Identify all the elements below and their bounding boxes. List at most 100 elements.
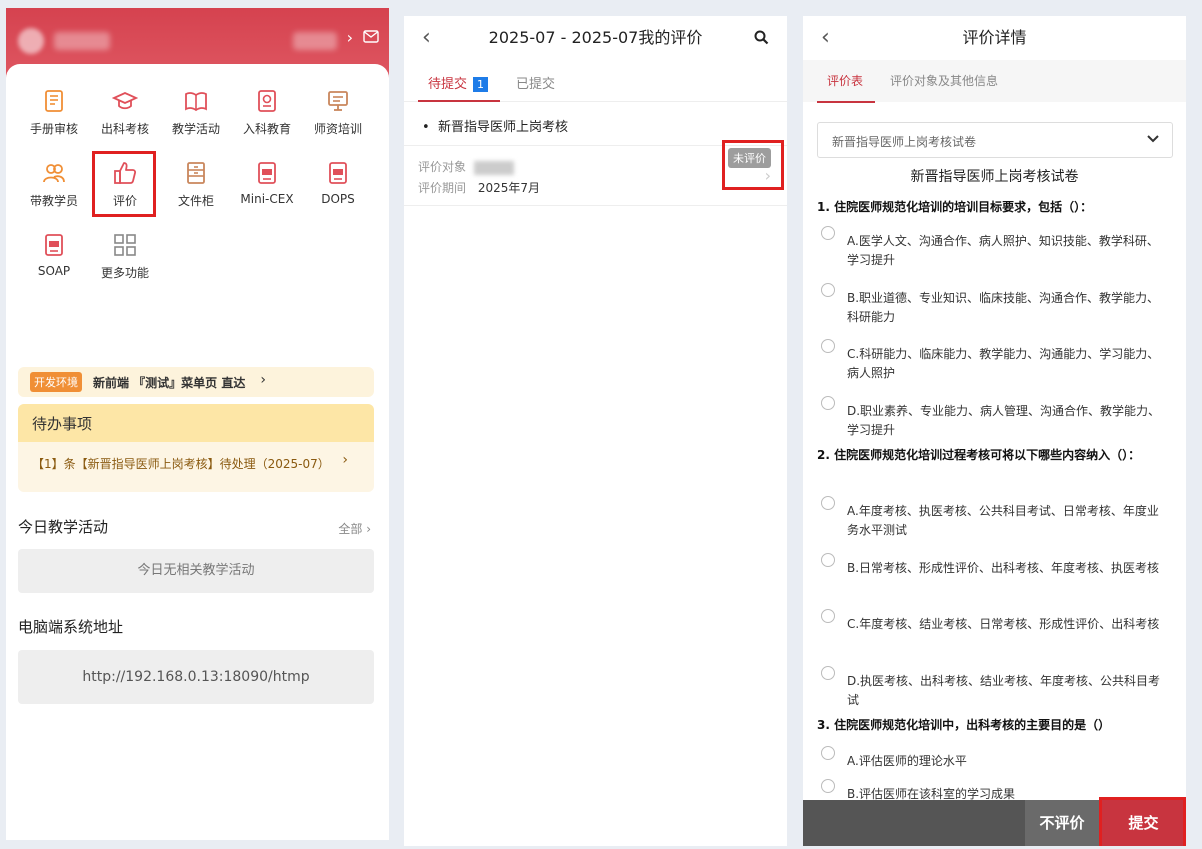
radio-button[interactable]	[821, 226, 835, 240]
grid-item-label: 手册审核	[29, 122, 78, 136]
chevron-right-icon: ›	[260, 372, 266, 388]
answer-option[interactable]: A.医学人文、沟通合作、病人照护、知识技能、教学科研、学习提升	[821, 226, 1161, 270]
paper-select-value: 新晋指导医师上岗考核试卷	[832, 135, 977, 149]
home-panel: › 手册审核 出科考核 教学活动 入科教育 师资培训 带教学员 评价 文件柜 M…	[6, 8, 389, 840]
dev-env-text: 新前端 『测试』菜单页 直达	[93, 376, 246, 390]
answer-option[interactable]: B.日常考核、形成性评价、出科考核、年度考核、执医考核	[821, 553, 1161, 578]
page-title: 评价详情	[962, 28, 1027, 47]
question-title: 3. 住院医师规范化培训中，出科考核的主要目的是（）	[817, 718, 1111, 732]
record-target-row: 评价对象	[418, 158, 515, 175]
handbook-icon	[45, 90, 63, 112]
back-icon[interactable]: ‹	[422, 16, 431, 60]
grid-item-more[interactable]: 更多功能	[89, 232, 161, 281]
option-text: A.医学人文、沟通合作、病人照护、知识技能、教学科研、学习提升	[847, 234, 1159, 267]
radio-button[interactable]	[821, 609, 835, 623]
grid-item-label: 入科教育	[242, 122, 291, 136]
paper-title: 新晋指导医师上岗考核试卷	[910, 169, 1079, 185]
users-icon	[43, 164, 65, 183]
footer-bar: 不评价 提交	[803, 797, 1186, 846]
target-label: 评价对象	[418, 160, 467, 174]
radio-button[interactable]	[821, 339, 835, 353]
detail-tabs: 评价表 评价对象及其他信息	[803, 60, 1186, 103]
grid-item-file-cabinet[interactable]: 文件柜	[160, 160, 232, 209]
grid-item-label: DOPS	[321, 192, 355, 206]
grid-item-handbook[interactable]: 手册审核	[18, 88, 90, 137]
tab-submitted[interactable]: 已提交	[516, 73, 555, 92]
todo-card: 待办事项 【1】条【新晋指导医师上岗考核】待处理（2025-07） ›	[18, 404, 374, 492]
tab-underline	[817, 101, 875, 103]
grid-item-orientation[interactable]: 入科教育	[231, 88, 303, 137]
cex-icon	[258, 162, 276, 184]
paper-select[interactable]: 新晋指导医师上岗考核试卷	[817, 122, 1173, 158]
answer-option[interactable]: A.评估医师的理论水平	[821, 746, 1161, 771]
chevron-right-icon[interactable]: ›	[347, 28, 353, 47]
answer-option[interactable]: D.执医考核、出科考核、结业考核、年度考核、公共科目考试	[821, 666, 1161, 710]
skip-evaluation-button[interactable]: 不评价	[1025, 800, 1099, 846]
open-book-icon	[185, 92, 207, 112]
chevron-right-icon: ›	[366, 522, 371, 536]
option-text: D.执医考核、出科考核、结业考核、年度考核、公共科目考试	[847, 674, 1161, 707]
tab-form[interactable]: 评价表	[827, 72, 863, 89]
grid-item-label: 师资培训	[313, 122, 362, 136]
today-empty: 今日无相关教学活动	[18, 549, 374, 593]
todo-item[interactable]: 【1】条【新晋指导医师上岗考核】待处理（2025-07） ›	[18, 442, 374, 485]
radio-button[interactable]	[821, 746, 835, 760]
grid-item-dops[interactable]: DOPS	[302, 160, 374, 206]
user-name-blurred	[54, 32, 110, 50]
cabinet-icon	[187, 162, 205, 184]
radio-button[interactable]	[821, 496, 835, 510]
radio-button[interactable]	[821, 553, 835, 567]
radio-button[interactable]	[821, 396, 835, 410]
period-label: 评价期间	[418, 181, 467, 195]
chevron-right-icon: ›	[342, 452, 348, 468]
highlight-evaluation	[92, 151, 156, 217]
record-period-row: 评价期间 2025年7月	[418, 179, 540, 196]
soap-icon	[45, 234, 63, 256]
dev-env-tag: 开发环境	[30, 372, 82, 392]
avatar[interactable]	[18, 28, 44, 54]
tab-target-info[interactable]: 评价对象及其他信息	[890, 72, 998, 89]
document-icon	[258, 90, 276, 112]
more-link-label: 全部	[338, 522, 363, 536]
answer-option[interactable]: C.科研能力、临床能力、教学能力、沟通能力、学习能力、病人照护	[821, 339, 1161, 383]
evaluation-record[interactable]: 评价对象 评价期间 2025年7月 未评价 ›	[404, 140, 787, 206]
highlight-status	[722, 140, 784, 190]
target-value-blurred	[474, 160, 515, 175]
nav-bar: ‹ 2025-07 - 2025-07我的评价	[404, 16, 787, 60]
radio-button[interactable]	[821, 666, 835, 680]
answer-option[interactable]: A.年度考核、执医考核、公共科目考试、日常考核、年度业务水平测试	[821, 496, 1161, 540]
option-text: C.科研能力、临床能力、教学能力、沟通能力、学习能力、病人照护	[847, 347, 1160, 380]
radio-button[interactable]	[821, 283, 835, 297]
dev-env-banner[interactable]: 开发环境 新前端 『测试』菜单页 直达 ›	[18, 367, 374, 397]
today-activities-title: 今日教学活动	[18, 518, 109, 536]
pending-count-badge: 1	[473, 77, 489, 92]
presentation-icon	[328, 91, 348, 111]
grid-item-soap[interactable]: SOAP	[18, 232, 90, 278]
answer-option[interactable]: C.年度考核、结业考核、日常考核、形成性评价、出科考核	[821, 609, 1161, 634]
grid-item-students[interactable]: 带教学员	[18, 160, 90, 209]
today-activities-more[interactable]: 全部 ›	[338, 520, 371, 537]
tab-pending[interactable]: 待提交 1	[428, 73, 489, 92]
graduation-cap-icon	[112, 92, 138, 110]
grid-item-label: Mini-CEX	[240, 192, 294, 206]
mail-icon[interactable]	[363, 30, 379, 43]
grid-item-dept-exam[interactable]: 出科考核	[89, 88, 161, 137]
grid-item-mini-cex[interactable]: Mini-CEX	[231, 160, 303, 206]
search-icon[interactable]	[754, 30, 769, 45]
radio-button[interactable]	[821, 779, 835, 793]
page-title: 2025-07 - 2025-07我的评价	[488, 28, 703, 47]
dops-icon	[329, 162, 347, 184]
back-icon[interactable]: ‹	[821, 16, 830, 60]
answer-option[interactable]: D.职业素养、专业能力、病人管理、沟通合作、教学能力、学习提升	[821, 396, 1161, 440]
grid-item-teaching[interactable]: 教学活动	[160, 88, 232, 137]
grid-item-label: 带教学员	[29, 194, 78, 208]
answer-option[interactable]: B.职业道德、专业知识、临床技能、沟通合作、教学能力、科研能力	[821, 283, 1161, 327]
question-title: 1. 住院医师规范化培训的培训目标要求，包括（）：	[817, 200, 1093, 214]
pc-address-url[interactable]: http://192.168.0.13:18090/htmp	[18, 650, 374, 704]
option-text: B.日常考核、形成性评价、出科考核、年度考核、执医考核	[847, 561, 1160, 575]
option-text: C.年度考核、结业考核、日常考核、形成性评价、出科考核	[847, 617, 1160, 631]
bullet-icon: •	[422, 120, 438, 135]
option-text: B.职业道德、专业知识、临床技能、沟通合作、教学能力、科研能力	[847, 291, 1160, 324]
grid-item-faculty-training[interactable]: 师资培训	[302, 88, 374, 137]
option-text: A.评估医师的理论水平	[847, 754, 967, 768]
